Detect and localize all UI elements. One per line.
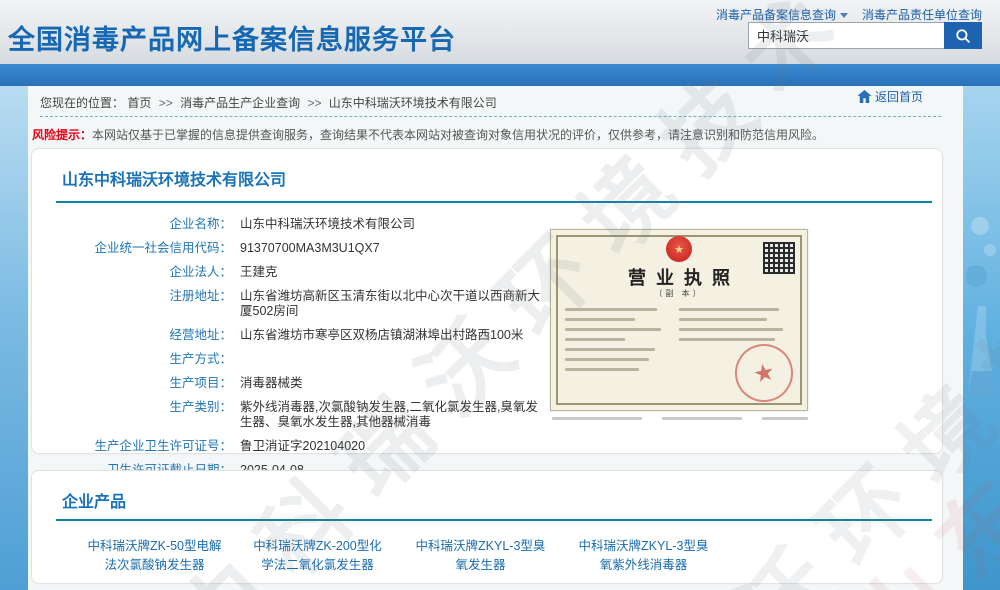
product-link-zk200[interactable]: 中科瑞沃牌ZK-200型化学法二氧化氯发生器 bbox=[250, 537, 385, 575]
search-box bbox=[748, 22, 982, 49]
risk-notice-text: 本网站仅基于已掌握的信息提供查询服务，查询结果不代表本网站对被查询对象信用状况的… bbox=[92, 128, 824, 142]
field-row-production-mode: 生产方式： bbox=[50, 352, 550, 367]
company-name-title: 山东中科瑞沃环境技术有限公司 bbox=[62, 166, 942, 190]
search-icon bbox=[954, 27, 972, 45]
license-caption-line bbox=[552, 417, 642, 420]
product-link-zkyl3-ozone[interactable]: 中科瑞沃牌ZKYL-3型臭氧发生器 bbox=[413, 537, 548, 575]
field-row-legal-person: 企业法人： 王建克 bbox=[50, 265, 550, 280]
products-panel: 企业产品 中科瑞沃牌ZK-50型电解法次氯酸钠发生器 中科瑞沃牌ZK-200型化… bbox=[31, 470, 943, 584]
nav-link-record-info-query[interactable]: 消毒产品备案信息查询 bbox=[716, 6, 848, 23]
field-row-production-category: 生产类别： 紫外线消毒器,次氯酸钠发生器,二氧化氯发生器,臭氧发生器、臭氧水发生… bbox=[50, 400, 550, 430]
company-fields: 企业名称： 山东中科瑞沃环境技术有限公司 企业统一社会信用代码： 9137070… bbox=[50, 217, 550, 487]
main-content: 您现在的位置： 首页 >> 消毒产品生产企业查询 >> 山东中科瑞沃环境技术有限… bbox=[28, 86, 963, 590]
search-input[interactable] bbox=[748, 22, 944, 49]
business-license-image[interactable]: ★ 营业执照 （副 本） bbox=[550, 229, 808, 411]
product-link-zkyl3-uv[interactable]: 中科瑞沃牌ZKYL-3型臭氧紫外线消毒器 bbox=[576, 537, 711, 575]
dashed-divider bbox=[40, 116, 941, 117]
right-decoration-strip bbox=[963, 86, 1000, 590]
nav-band bbox=[0, 64, 1000, 86]
title-divider bbox=[56, 201, 932, 203]
left-decoration-strip bbox=[0, 86, 28, 590]
field-row-production-item: 生产项目： 消毒器械类 bbox=[50, 376, 550, 391]
license-subtitle: （副 本） bbox=[551, 288, 807, 299]
license-text-lines-left bbox=[565, 308, 665, 378]
nav-link-responsible-unit-query[interactable]: 消毒产品责任单位查询 bbox=[862, 6, 982, 23]
breadcrumb-prefix: 您现在的位置： bbox=[40, 96, 124, 110]
page: 全国消毒产品网上备案信息服务平台 消毒产品备案信息查询 消毒产品责任单位查询 bbox=[0, 0, 1000, 590]
search-button[interactable] bbox=[944, 22, 982, 49]
chemistry-flask-icon bbox=[966, 206, 998, 426]
risk-notice: 风险提示：本网站仅基于已掌握的信息提供查询服务，查询结果不代表本网站对被查询对象… bbox=[32, 126, 951, 143]
product-link-zk50[interactable]: 中科瑞沃牌ZK-50型电解法次氯酸钠发生器 bbox=[87, 537, 222, 575]
qr-code bbox=[763, 242, 795, 274]
national-emblem-icon: ★ bbox=[666, 236, 692, 262]
header: 全国消毒产品网上备案信息服务平台 消毒产品备案信息查询 消毒产品责任单位查询 bbox=[0, 0, 1000, 64]
site-title: 全国消毒产品网上备案信息服务平台 bbox=[8, 18, 456, 57]
field-row-name: 企业名称： 山东中科瑞沃环境技术有限公司 bbox=[50, 217, 550, 232]
back-home-link[interactable]: 返回首页 bbox=[857, 88, 923, 105]
field-row-business-address: 经营地址： 山东省潍坊市寒亭区双杨店镇湖淋埠出村路西100米 bbox=[50, 328, 550, 343]
products-list: 中科瑞沃牌ZK-50型电解法次氯酸钠发生器 中科瑞沃牌ZK-200型化学法二氧化… bbox=[87, 537, 727, 575]
field-row-registered-address: 注册地址： 山东省潍坊高新区玉清东街以北中心次干道以西商新大厦502房间 bbox=[50, 289, 550, 319]
field-row-credit-code: 企业统一社会信用代码： 91370700MA3M3U1QX7 bbox=[50, 241, 550, 256]
products-title: 企业产品 bbox=[62, 488, 942, 512]
products-divider bbox=[56, 519, 932, 521]
chevron-down-icon bbox=[840, 13, 848, 18]
license-text-lines-right bbox=[679, 308, 789, 348]
breadcrumb-home-link[interactable]: 首页 bbox=[127, 96, 151, 110]
home-icon bbox=[857, 90, 872, 103]
field-row-hygiene-license-no: 生产企业卫生许可证号： 鲁卫消证字202104020 bbox=[50, 439, 550, 454]
risk-notice-label: 风险提示： bbox=[32, 128, 92, 142]
breadcrumb-current: 山东中科瑞沃环境技术有限公司 bbox=[329, 96, 497, 110]
license-caption-line bbox=[762, 417, 808, 420]
top-nav: 消毒产品备案信息查询 消毒产品责任单位查询 bbox=[716, 6, 982, 23]
company-info-panel: 山东中科瑞沃环境技术有限公司 企业名称： 山东中科瑞沃环境技术有限公司 企业统一… bbox=[31, 148, 943, 454]
breadcrumb: 您现在的位置： 首页 >> 消毒产品生产企业查询 >> 山东中科瑞沃环境技术有限… bbox=[40, 94, 951, 114]
breadcrumb-enterprise-query-link[interactable]: 消毒产品生产企业查询 bbox=[180, 96, 300, 110]
license-caption-line bbox=[662, 417, 742, 420]
